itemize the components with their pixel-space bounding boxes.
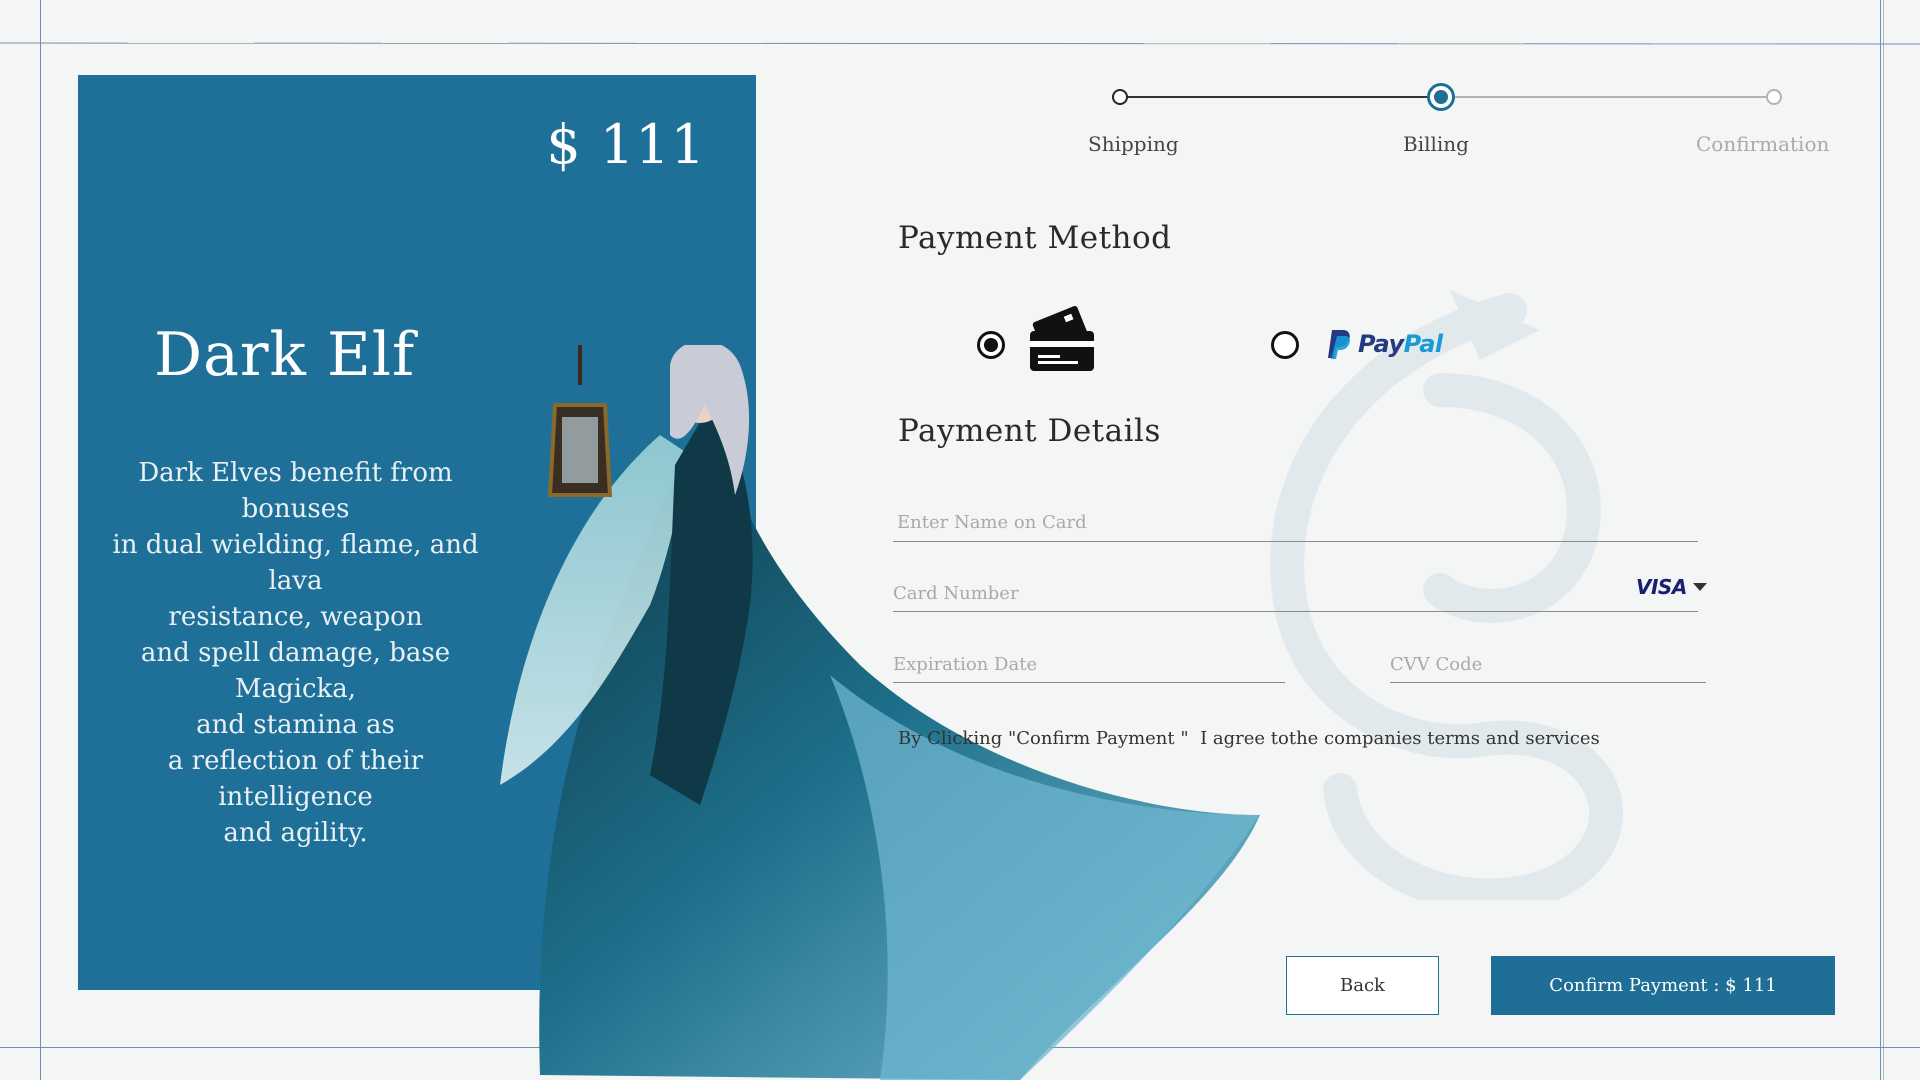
name-on-card-input[interactable] [893,510,1698,542]
checkout-stepper: Shipping Billing Confirmation [1088,80,1850,170]
frame-line-right [1880,0,1881,1080]
paypal-label-pal: Pal [1403,330,1443,358]
step-shipping-dot[interactable] [1112,89,1128,105]
card-number-input[interactable] [893,582,1698,612]
expiration-date-input[interactable] [893,653,1285,683]
product-title: Dark Elf [154,320,416,390]
stepper-line-complete [1120,96,1432,98]
product-description: Dark Elves benefit from bonuses in dual … [112,458,479,848]
back-button[interactable]: Back [1286,956,1439,1015]
step-billing-dot[interactable] [1427,83,1455,111]
cvv-code-input[interactable] [1390,653,1706,683]
credit-card-icon[interactable] [1026,305,1098,373]
paypal-p-icon [1328,330,1350,359]
card-radio[interactable] [977,331,1005,359]
payment-details-title: Payment Details [898,413,1161,449]
stepper-line-pending [1436,96,1770,98]
step-shipping-label[interactable]: Shipping [1088,132,1179,156]
terms-text: By Clicking "Confirm Payment " I agree t… [898,728,1600,749]
paypal-radio[interactable] [1271,331,1299,359]
step-confirmation-label[interactable]: Confirmation [1696,132,1829,156]
step-billing-label[interactable]: Billing [1403,132,1469,156]
paypal-logo[interactable]: PayPal [1326,326,1443,362]
chevron-down-icon [1692,583,1707,591]
frame-line-left [40,0,41,1080]
payment-method-title: Payment Method [898,220,1172,256]
paypal-label-pay: Pay [1358,330,1404,358]
card-brand-dropdown[interactable]: VISA [1636,575,1707,599]
frame-line-right-secondary [1883,0,1884,1080]
visa-logo: VISA [1636,575,1687,599]
confirm-payment-button[interactable]: Confirm Payment : $ 111 [1491,956,1835,1015]
product-price: $ 111 [546,113,706,176]
step-confirmation-dot[interactable] [1766,89,1782,105]
dark-elf-character-illustration [500,345,1260,1080]
frame-line-top [0,42,1920,45]
